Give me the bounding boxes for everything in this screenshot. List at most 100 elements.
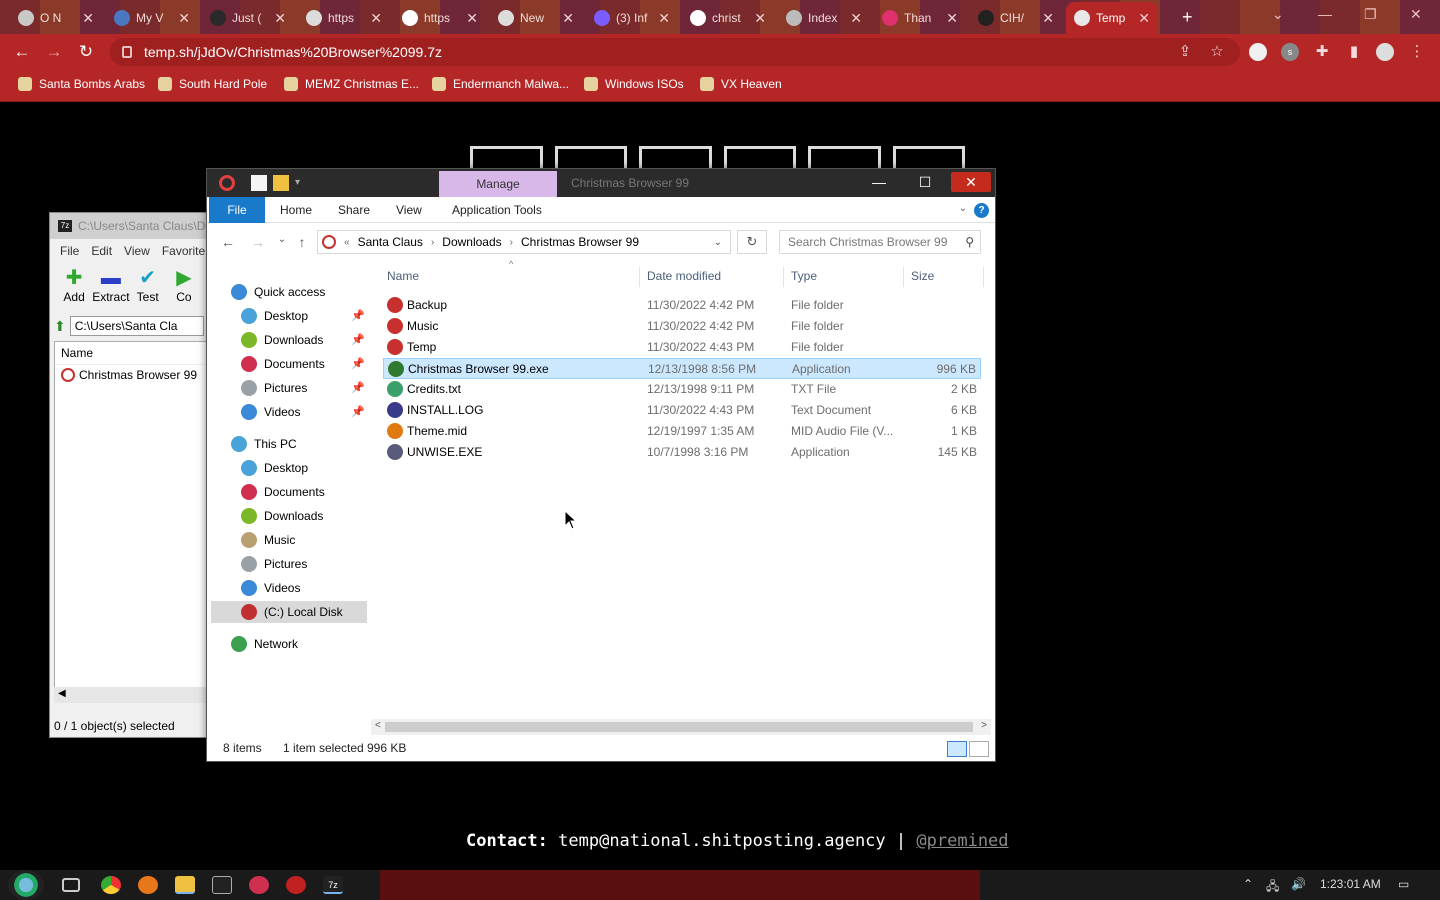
recent-locations-icon[interactable]: ⌄ <box>273 234 291 245</box>
browser-tab[interactable]: Than ✕ <box>874 4 966 32</box>
refresh-button[interactable]: ↻ <box>737 230 767 254</box>
breadcrumb-segment[interactable]: Christmas Browser 99 <box>521 235 639 249</box>
new-tab-button[interactable]: + <box>1182 7 1193 28</box>
nav-quick-downloads[interactable]: Downloads 📌 <box>211 329 367 351</box>
file-row[interactable]: Backup 11/30/2022 4:42 PM File folder <box>383 295 981 316</box>
side-panel-icon[interactable]: ▮ <box>1345 43 1363 61</box>
up-folder-icon[interactable]: ⬆ <box>54 318 66 335</box>
browser-tab[interactable]: O N ✕ <box>10 4 102 32</box>
tab-close-icon[interactable]: ✕ <box>274 10 286 27</box>
christmas-browser-taskbar-icon[interactable] <box>286 876 306 894</box>
properties-icon[interactable] <box>251 175 267 191</box>
nav-quick-videos[interactable]: Videos 📌 <box>211 401 367 423</box>
browser-tab[interactable]: (3) Inf ✕ <box>586 4 678 32</box>
breadcrumb-segment[interactable]: Downloads <box>442 235 501 249</box>
manage-tab[interactable]: Manage <box>439 171 557 197</box>
bookmark-item[interactable]: Windows ISOs <box>584 77 684 91</box>
tab-close-icon[interactable]: ✕ <box>850 10 862 27</box>
explorer-minimize-button[interactable]: — <box>859 172 899 192</box>
bookmark-item[interactable]: VX Heaven <box>700 77 782 91</box>
file-row[interactable]: Temp 11/30/2022 4:43 PM File folder <box>383 337 981 358</box>
command-prompt-taskbar-icon[interactable] <box>212 876 232 894</box>
browser-tab[interactable]: Temp ✕ <box>1066 2 1158 34</box>
ribbon-tab-application-tools[interactable]: Application Tools <box>441 197 553 223</box>
file-row[interactable]: Music 11/30/2022 4:42 PM File folder <box>383 316 981 337</box>
nav-quick-access[interactable]: Quick access <box>211 281 367 303</box>
sevenzip-titlebar[interactable]: 7z C:\Users\Santa Claus\D <box>50 213 208 239</box>
file-row[interactable]: UNWISE.EXE 10/7/1998 3:16 PM Application 14… <box>383 442 981 463</box>
sevenzip-scrollbar[interactable]: ◀ <box>54 687 208 703</box>
details-view-button[interactable] <box>947 741 967 757</box>
up-icon[interactable]: ↑ <box>293 234 311 250</box>
address-history-icon[interactable]: ⌄ <box>714 237 722 248</box>
bookmark-item[interactable]: MEMZ Christmas E... <box>284 77 419 91</box>
nav-this-pc[interactable]: This PC <box>211 433 367 455</box>
pin-icon[interactable]: 📌 <box>351 309 365 322</box>
sevenzip-menu-item[interactable]: Favorite <box>162 244 205 258</box>
scroll-left-icon[interactable]: < <box>375 720 381 731</box>
browser-tab[interactable]: CIH/✕ <box>970 4 1062 32</box>
nav-pc-item[interactable]: Documents <box>211 481 367 503</box>
sevenzip-column-name[interactable]: Name <box>55 342 207 365</box>
tab-close-icon[interactable]: ✕ <box>1138 10 1150 27</box>
ribbon-tab-view[interactable]: View <box>385 197 433 223</box>
tab-close-icon[interactable]: ✕ <box>562 10 574 27</box>
volume-icon[interactable]: 🔊 <box>1291 877 1306 891</box>
tab-close-icon[interactable]: ✕ <box>658 10 670 27</box>
browser-tab[interactable]: christ ✕ <box>682 4 774 32</box>
tab-close-icon[interactable]: ✕ <box>82 10 94 27</box>
sevenzip-path-input[interactable]: C:\Users\Santa Cla <box>69 316 204 336</box>
tab-close-icon[interactable]: ✕ <box>466 10 478 27</box>
large-icons-view-button[interactable] <box>969 741 989 757</box>
nav-pc-item[interactable]: Pictures <box>211 553 367 575</box>
sevenzip-tool-co[interactable]: ▶ Co <box>166 266 202 310</box>
explorer-forward-icon[interactable]: → <box>249 234 267 250</box>
column-type[interactable]: Type <box>791 269 817 283</box>
tray-overflow-icon[interactable]: ⌃ <box>1243 877 1253 891</box>
breadcrumb-chevron-icon[interactable]: › <box>510 237 513 248</box>
explorer-close-button[interactable]: ✕ <box>951 172 991 192</box>
restore-icon[interactable]: ❐ <box>1364 6 1377 23</box>
nav-network[interactable]: Network <box>211 633 367 655</box>
explorer-back-icon[interactable]: ← <box>219 234 237 250</box>
tab-close-icon[interactable]: ✕ <box>754 10 766 27</box>
nav-quick-pictures[interactable]: Pictures 📌 <box>211 377 367 399</box>
column-name[interactable]: Name <box>387 269 419 283</box>
forward-icon[interactable]: → <box>44 42 64 62</box>
new-folder-icon[interactable] <box>273 175 289 191</box>
clock[interactable]: 1:23:01 AM <box>1320 877 1381 891</box>
scroll-right-icon[interactable]: > <box>981 720 987 731</box>
search-input[interactable]: Search Christmas Browser 99 ⚲ <box>779 230 981 254</box>
file-row[interactable]: Credits.txt 12/13/1998 9:11 PM TXT File 2 K… <box>383 379 981 400</box>
file-row[interactable]: Theme.mid 12/19/1997 1:35 AM MID Audio Fil… <box>383 421 981 442</box>
sevenzip-tool-test[interactable]: ✔ Test <box>130 266 166 310</box>
bookmark-item[interactable]: Santa Bombs Arabs <box>18 77 145 91</box>
browser-tab[interactable]: New ✕ <box>490 4 582 32</box>
notifications-icon[interactable]: ▭ <box>1398 877 1409 891</box>
column-size[interactable]: Size <box>911 269 934 283</box>
file-explorer-taskbar-icon[interactable] <box>175 876 195 894</box>
extensions-puzzle-icon[interactable]: ✚ <box>1313 43 1331 61</box>
pin-icon[interactable]: 📌 <box>351 333 365 346</box>
bookmark-item[interactable]: South Hard Pole <box>158 77 267 91</box>
address-bar[interactable]: temp.sh/jJdOv/Christmas%20Browser%2099.7… <box>110 38 1240 66</box>
sevenzip-tool-extract[interactable]: ▬ Extract <box>92 266 129 310</box>
tab-close-icon[interactable]: ✕ <box>1042 10 1054 27</box>
file-list-scrollbar[interactable]: < > <box>371 719 991 735</box>
breadcrumb-chevron-icon[interactable]: › <box>431 237 434 248</box>
sevenzip-tool-add[interactable]: ✚ Add <box>56 266 92 310</box>
breadcrumb-segment[interactable]: Santa Claus <box>358 235 423 249</box>
explorer-titlebar[interactable]: ▾ Manage Christmas Browser 99 — ☐ ✕ <box>207 169 995 197</box>
tab-search-icon[interactable]: ⌄ <box>1272 6 1284 23</box>
column-date-modified[interactable]: Date modified <box>647 269 721 283</box>
browser-tab[interactable]: https ✕ <box>394 4 486 32</box>
tab-close-icon[interactable]: ✕ <box>178 10 190 27</box>
browser-tab[interactable]: My V ✕ <box>106 4 198 32</box>
profile-avatar-icon[interactable] <box>1376 43 1394 61</box>
extension-s-icon[interactable]: s <box>1281 43 1299 61</box>
reload-icon[interactable]: ↻ <box>76 42 96 62</box>
nav-pc-item[interactable]: Desktop <box>211 457 367 479</box>
sevenzip-list-item[interactable]: Christmas Browser 99 <box>55 365 207 385</box>
pin-icon[interactable]: 📌 <box>351 357 365 370</box>
browser-tab[interactable]: https ✕ <box>298 4 390 32</box>
